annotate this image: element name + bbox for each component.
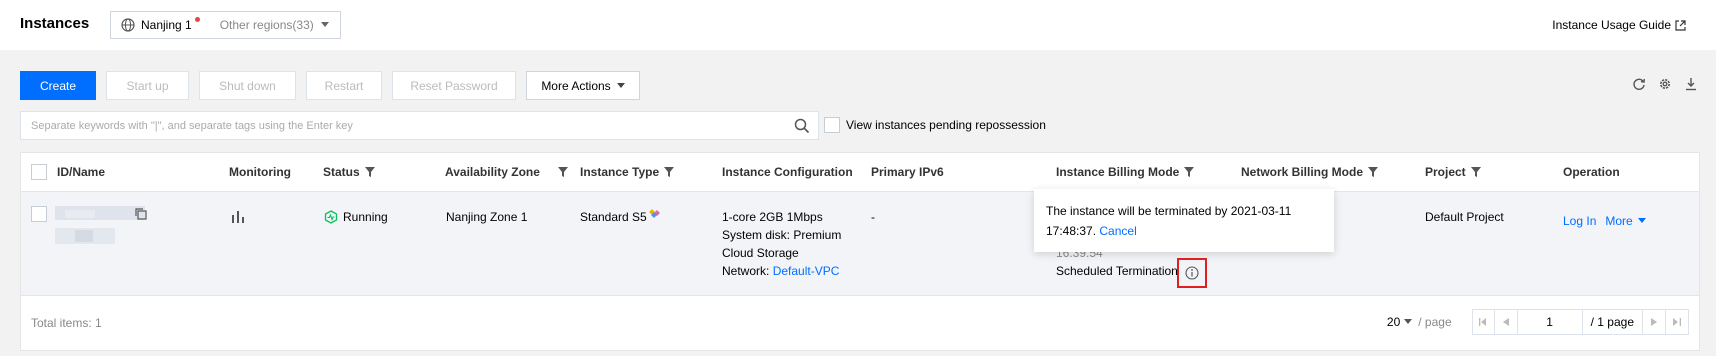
ipv6-cell: - <box>871 210 875 224</box>
filter-icon[interactable] <box>1184 167 1195 177</box>
col-id-name: ID/Name <box>57 165 106 179</box>
status-cell: Running <box>324 208 388 226</box>
create-button[interactable]: Create <box>20 71 96 100</box>
select-all-checkbox[interactable] <box>31 164 47 180</box>
last-page-icon <box>1673 318 1681 326</box>
refresh-icon[interactable] <box>1632 77 1646 91</box>
network-label: Network: <box>722 264 770 278</box>
tooltip-text: The instance will be terminated by 2021-… <box>1046 204 1292 238</box>
status-text: Running <box>343 210 388 224</box>
more-link[interactable]: More <box>1605 212 1646 230</box>
next-page-button[interactable] <box>1643 309 1666 335</box>
region-selector[interactable]: Nanjing 1 Other regions(33) <box>110 11 341 39</box>
page-size-value: 20 <box>1386 315 1401 329</box>
chevron-down-icon <box>616 82 625 88</box>
highlight-box <box>1177 258 1207 288</box>
download-icon[interactable] <box>1684 77 1698 91</box>
top-bar: Instances Nanjing 1 Other regions(33) In… <box>0 0 1716 50</box>
more-actions-button[interactable]: More Actions <box>526 71 640 100</box>
restart-button[interactable]: Restart <box>306 71 382 100</box>
first-page-icon <box>1479 318 1487 326</box>
vpc-link[interactable]: Default-VPC <box>773 264 840 278</box>
col-instance-type[interactable]: Instance Type <box>580 165 675 179</box>
pending-label: View instances pending repossession <box>846 118 1046 132</box>
gear-icon[interactable] <box>1658 77 1672 91</box>
action-toolbar: Create Start up Shut down Restart Reset … <box>20 71 640 101</box>
usage-guide-link[interactable]: Instance Usage Guide <box>1552 18 1686 32</box>
pending-repossession-option[interactable]: View instances pending repossession <box>824 117 1046 133</box>
termination-tooltip: The instance will be terminated by 2021-… <box>1034 189 1334 252</box>
chevron-down-icon <box>1637 218 1646 223</box>
notification-dot <box>194 16 200 22</box>
first-page-button[interactable] <box>1471 309 1495 335</box>
cancel-termination-link[interactable]: Cancel <box>1099 224 1136 238</box>
col-monitoring: Monitoring <box>229 165 291 179</box>
filter-icon[interactable] <box>558 167 568 177</box>
filter-icon[interactable] <box>664 167 675 177</box>
globe-icon <box>121 18 135 32</box>
filter-icon[interactable] <box>1368 167 1379 177</box>
region-current: Nanjing 1 <box>141 18 192 32</box>
new-badge-icon <box>648 209 660 218</box>
running-status-icon <box>324 210 338 224</box>
instance-type-cell: Standard S5 <box>580 208 661 226</box>
search-icon[interactable] <box>794 118 810 134</box>
table-header: ID/Name Monitoring Status Availability Z… <box>21 153 1699 192</box>
col-billing-mode[interactable]: Instance Billing Mode <box>1056 165 1195 179</box>
scheduled-termination: Scheduled Termination <box>1056 264 1178 278</box>
col-operation: Operation <box>1563 165 1620 179</box>
operation-cell: Log In More <box>1563 212 1646 230</box>
instance-type-text: Standard S5 <box>580 210 647 224</box>
last-page-button[interactable] <box>1666 309 1689 335</box>
col-status[interactable]: Status <box>323 165 375 179</box>
config-line: System disk: Premium <box>722 228 842 242</box>
prev-page-button[interactable] <box>1494 309 1518 335</box>
monitoring-chart-icon[interactable] <box>231 209 245 223</box>
more-actions-label: More Actions <box>541 78 611 93</box>
prev-page-icon <box>1502 318 1509 326</box>
next-page-icon <box>1651 318 1657 326</box>
start-up-button[interactable]: Start up <box>106 71 189 100</box>
external-link-icon <box>1675 19 1686 31</box>
col-network-billing[interactable]: Network Billing Mode <box>1241 165 1379 179</box>
log-in-link[interactable]: Log In <box>1563 212 1596 230</box>
project-cell: Default Project <box>1425 210 1504 224</box>
filter-icon[interactable] <box>364 167 375 177</box>
table-row: Running Nanjing Zone 1 Standard S5 1-cor… <box>21 192 1699 296</box>
info-icon[interactable] <box>1185 266 1199 280</box>
instances-table: ID/Name Monitoring Status Availability Z… <box>20 152 1700 351</box>
col-primary-ipv6: Primary IPv6 <box>871 165 944 179</box>
pagination: 20 / page / 1 page <box>1387 309 1689 335</box>
page-total: / 1 page <box>1581 309 1643 335</box>
more-label: More <box>1605 214 1633 228</box>
row-checkbox[interactable] <box>31 206 47 222</box>
table-footer: Total items: 1 20 / page / 1 page <box>21 296 1699 352</box>
region-other: Other regions(33) <box>219 18 314 32</box>
col-zone[interactable]: Availability Zone <box>445 165 573 179</box>
filter-icon[interactable] <box>1470 167 1481 177</box>
search-input[interactable] <box>31 119 794 132</box>
chevron-down-icon <box>320 22 329 27</box>
right-tools <box>1632 77 1698 91</box>
configuration-cell: 1-core 2GB 1Mbps System disk: Premium Cl… <box>722 208 841 280</box>
config-line: 1-core 2GB 1Mbps <box>722 210 823 224</box>
shut-down-button[interactable]: Shut down <box>199 71 296 100</box>
page-title: Instances <box>20 15 90 32</box>
total-items: Total items: 1 <box>31 316 102 330</box>
page-number-input[interactable] <box>1517 309 1582 335</box>
zone-cell: Nanjing Zone 1 <box>446 210 528 224</box>
chevron-down-icon <box>1404 319 1413 324</box>
per-page-label: / page <box>1418 315 1452 329</box>
page-size-select[interactable]: 20 <box>1386 315 1413 329</box>
search-bar <box>20 111 819 140</box>
config-network: Network: Default-VPC <box>722 262 841 280</box>
pending-checkbox[interactable] <box>824 117 840 133</box>
col-configuration: Instance Configuration <box>722 165 853 179</box>
col-project[interactable]: Project <box>1425 165 1481 179</box>
reset-password-button[interactable]: Reset Password <box>392 71 516 100</box>
copy-icon[interactable] <box>135 208 147 220</box>
config-line: Cloud Storage <box>722 246 799 260</box>
usage-guide-label: Instance Usage Guide <box>1552 18 1671 32</box>
